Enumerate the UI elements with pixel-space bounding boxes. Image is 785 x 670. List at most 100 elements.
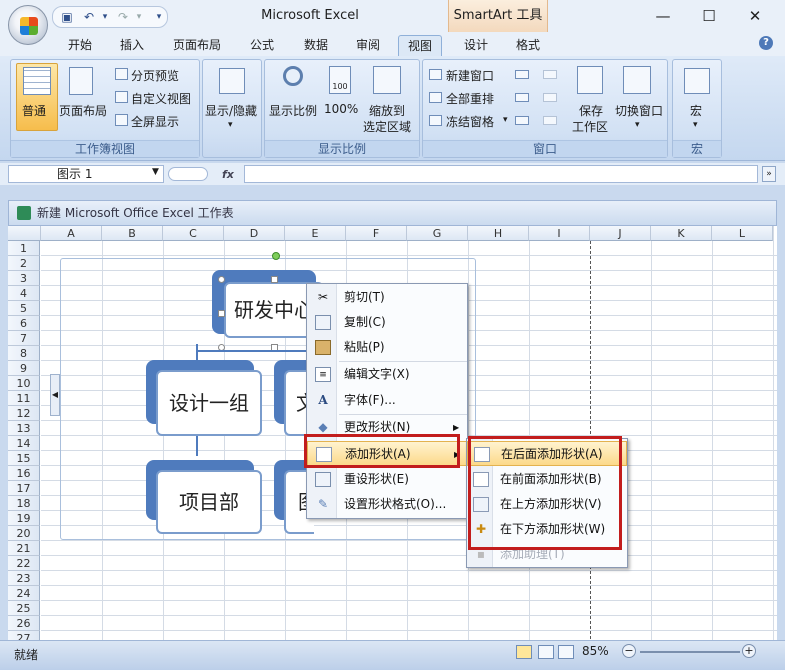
tab-view[interactable]: 视图 [398, 35, 442, 56]
node-left-mid[interactable]: 设计一组 [156, 370, 262, 436]
name-box-dropdown-icon[interactable]: ▼ [152, 167, 159, 177]
custom-view-button[interactable]: 自定义视图 [131, 90, 191, 107]
rotate-handle-icon[interactable] [272, 252, 280, 260]
freeze-panes-button[interactable]: 冻结窗格 [446, 113, 494, 130]
page-break-status-icon[interactable] [558, 645, 574, 659]
row-header[interactable]: 22 [8, 556, 40, 571]
menu-item-cut[interactable]: ✂ 剪切(T) [307, 285, 467, 310]
maximize-button[interactable]: ☐ [694, 6, 724, 26]
redo-dropdown-icon[interactable]: ▾ [131, 10, 147, 25]
column-header[interactable]: B [102, 226, 163, 241]
tab-data[interactable]: 数据 [294, 35, 338, 56]
row-header[interactable]: 24 [8, 586, 40, 601]
formula-bar-divider-handle[interactable] [168, 167, 208, 181]
row-header[interactable]: 11 [8, 391, 40, 406]
zoom-out-icon[interactable]: − [622, 644, 636, 658]
undo-dropdown-icon[interactable]: ▾ [97, 10, 113, 25]
expand-formula-bar-icon[interactable]: » [762, 166, 776, 182]
normal-view-status-icon[interactable] [516, 645, 532, 659]
tab-page-layout[interactable]: 页面布局 [164, 35, 230, 56]
row-header[interactable]: 1 [8, 241, 40, 256]
menu-item-paste[interactable]: 粘贴(P) [307, 335, 467, 360]
row-header[interactable]: 27 [8, 631, 40, 640]
split-icon[interactable] [515, 70, 529, 79]
tab-insert[interactable]: 插入 [110, 35, 154, 56]
column-header[interactable]: A [41, 226, 102, 241]
save-workspace-line2[interactable]: 工作区 [572, 118, 608, 135]
minimize-button[interactable]: — [648, 6, 678, 26]
column-header[interactable]: I [529, 226, 590, 241]
tab-home[interactable]: 开始 [58, 35, 102, 56]
menu-item-font[interactable]: A 字体(F)... [307, 388, 467, 413]
resize-handle[interactable] [218, 310, 225, 317]
resize-handle[interactable] [271, 276, 278, 283]
row-header[interactable]: 25 [8, 601, 40, 616]
row-header[interactable]: 18 [8, 496, 40, 511]
zoom-100-button[interactable]: 100% [324, 102, 358, 116]
page-break-button[interactable]: 分页预览 [131, 67, 179, 84]
macros-button[interactable]: 宏 [690, 102, 702, 119]
formula-input[interactable] [244, 165, 758, 183]
row-header[interactable]: 8 [8, 346, 40, 361]
row-header[interactable]: 16 [8, 466, 40, 481]
tab-review[interactable]: 审阅 [346, 35, 390, 56]
hide-window-icon[interactable] [515, 93, 529, 102]
zoom-selection-line1[interactable]: 缩放到 [369, 102, 405, 119]
row-header[interactable]: 12 [8, 406, 40, 421]
tab-design[interactable]: 设计 [454, 35, 498, 56]
node-left-bottom[interactable]: 项目部 [156, 470, 262, 534]
sync-scroll-icon[interactable] [543, 93, 557, 102]
zoom-slider[interactable] [640, 651, 740, 653]
tab-format[interactable]: 格式 [506, 35, 550, 56]
insert-function-icon[interactable]: fx [222, 168, 234, 181]
zoom-button[interactable]: 显示比例 [269, 102, 317, 119]
row-header[interactable]: 2 [8, 256, 40, 271]
column-header[interactable]: F [346, 226, 407, 241]
name-box[interactable]: 图示 1 [8, 165, 164, 183]
page-layout-button[interactable]: 页面布局 [59, 102, 107, 119]
arrange-all-button[interactable]: 全部重排 [446, 90, 494, 107]
select-all-corner[interactable] [8, 226, 41, 241]
row-header[interactable]: 4 [8, 286, 40, 301]
column-header[interactable]: D [224, 226, 285, 241]
row-header[interactable]: 5 [8, 301, 40, 316]
column-header[interactable]: K [651, 226, 712, 241]
switch-windows-button[interactable]: 切换窗口 [615, 102, 663, 119]
menu-item-edit-text[interactable]: ≡ 编辑文字(X) [307, 362, 467, 387]
row-header[interactable]: 15 [8, 451, 40, 466]
row-header[interactable]: 13 [8, 421, 40, 436]
menu-item-format-shape[interactable]: ✎ 设置形状格式(O)... [307, 492, 467, 517]
column-header[interactable]: C [163, 226, 224, 241]
row-header[interactable]: 3 [8, 271, 40, 286]
redo-icon[interactable]: ↷ [115, 10, 131, 25]
office-button[interactable] [8, 5, 48, 45]
column-header[interactable]: J [590, 226, 651, 241]
column-header[interactable]: E [285, 226, 346, 241]
column-header[interactable]: G [407, 226, 468, 241]
side-by-side-icon[interactable] [543, 70, 557, 79]
column-header[interactable]: L [712, 226, 773, 241]
row-header[interactable]: 19 [8, 511, 40, 526]
row-header[interactable]: 6 [8, 316, 40, 331]
tab-formulas[interactable]: 公式 [240, 35, 284, 56]
text-pane-toggle-icon[interactable]: ◀ [50, 374, 60, 416]
save-icon[interactable]: ▣ [59, 10, 75, 25]
zoom-in-icon[interactable]: + [742, 644, 756, 658]
zoom-level[interactable]: 85% [582, 644, 609, 658]
row-header[interactable]: 23 [8, 571, 40, 586]
row-header[interactable]: 10 [8, 376, 40, 391]
help-icon[interactable]: ? [759, 36, 773, 50]
page-layout-status-icon[interactable] [538, 645, 554, 659]
row-header[interactable]: 20 [8, 526, 40, 541]
resize-handle[interactable] [218, 276, 225, 283]
chevron-down-icon[interactable]: ▾ [151, 10, 167, 25]
close-button[interactable]: ✕ [740, 6, 770, 26]
row-header[interactable]: 21 [8, 541, 40, 556]
row-header[interactable]: 14 [8, 436, 40, 451]
undo-icon[interactable]: ↶ [81, 10, 97, 25]
new-window-button[interactable]: 新建窗口 [446, 67, 494, 84]
save-workspace-line1[interactable]: 保存 [579, 102, 603, 119]
row-header[interactable]: 26 [8, 616, 40, 631]
row-header[interactable]: 7 [8, 331, 40, 346]
full-screen-button[interactable]: 全屏显示 [131, 113, 179, 130]
